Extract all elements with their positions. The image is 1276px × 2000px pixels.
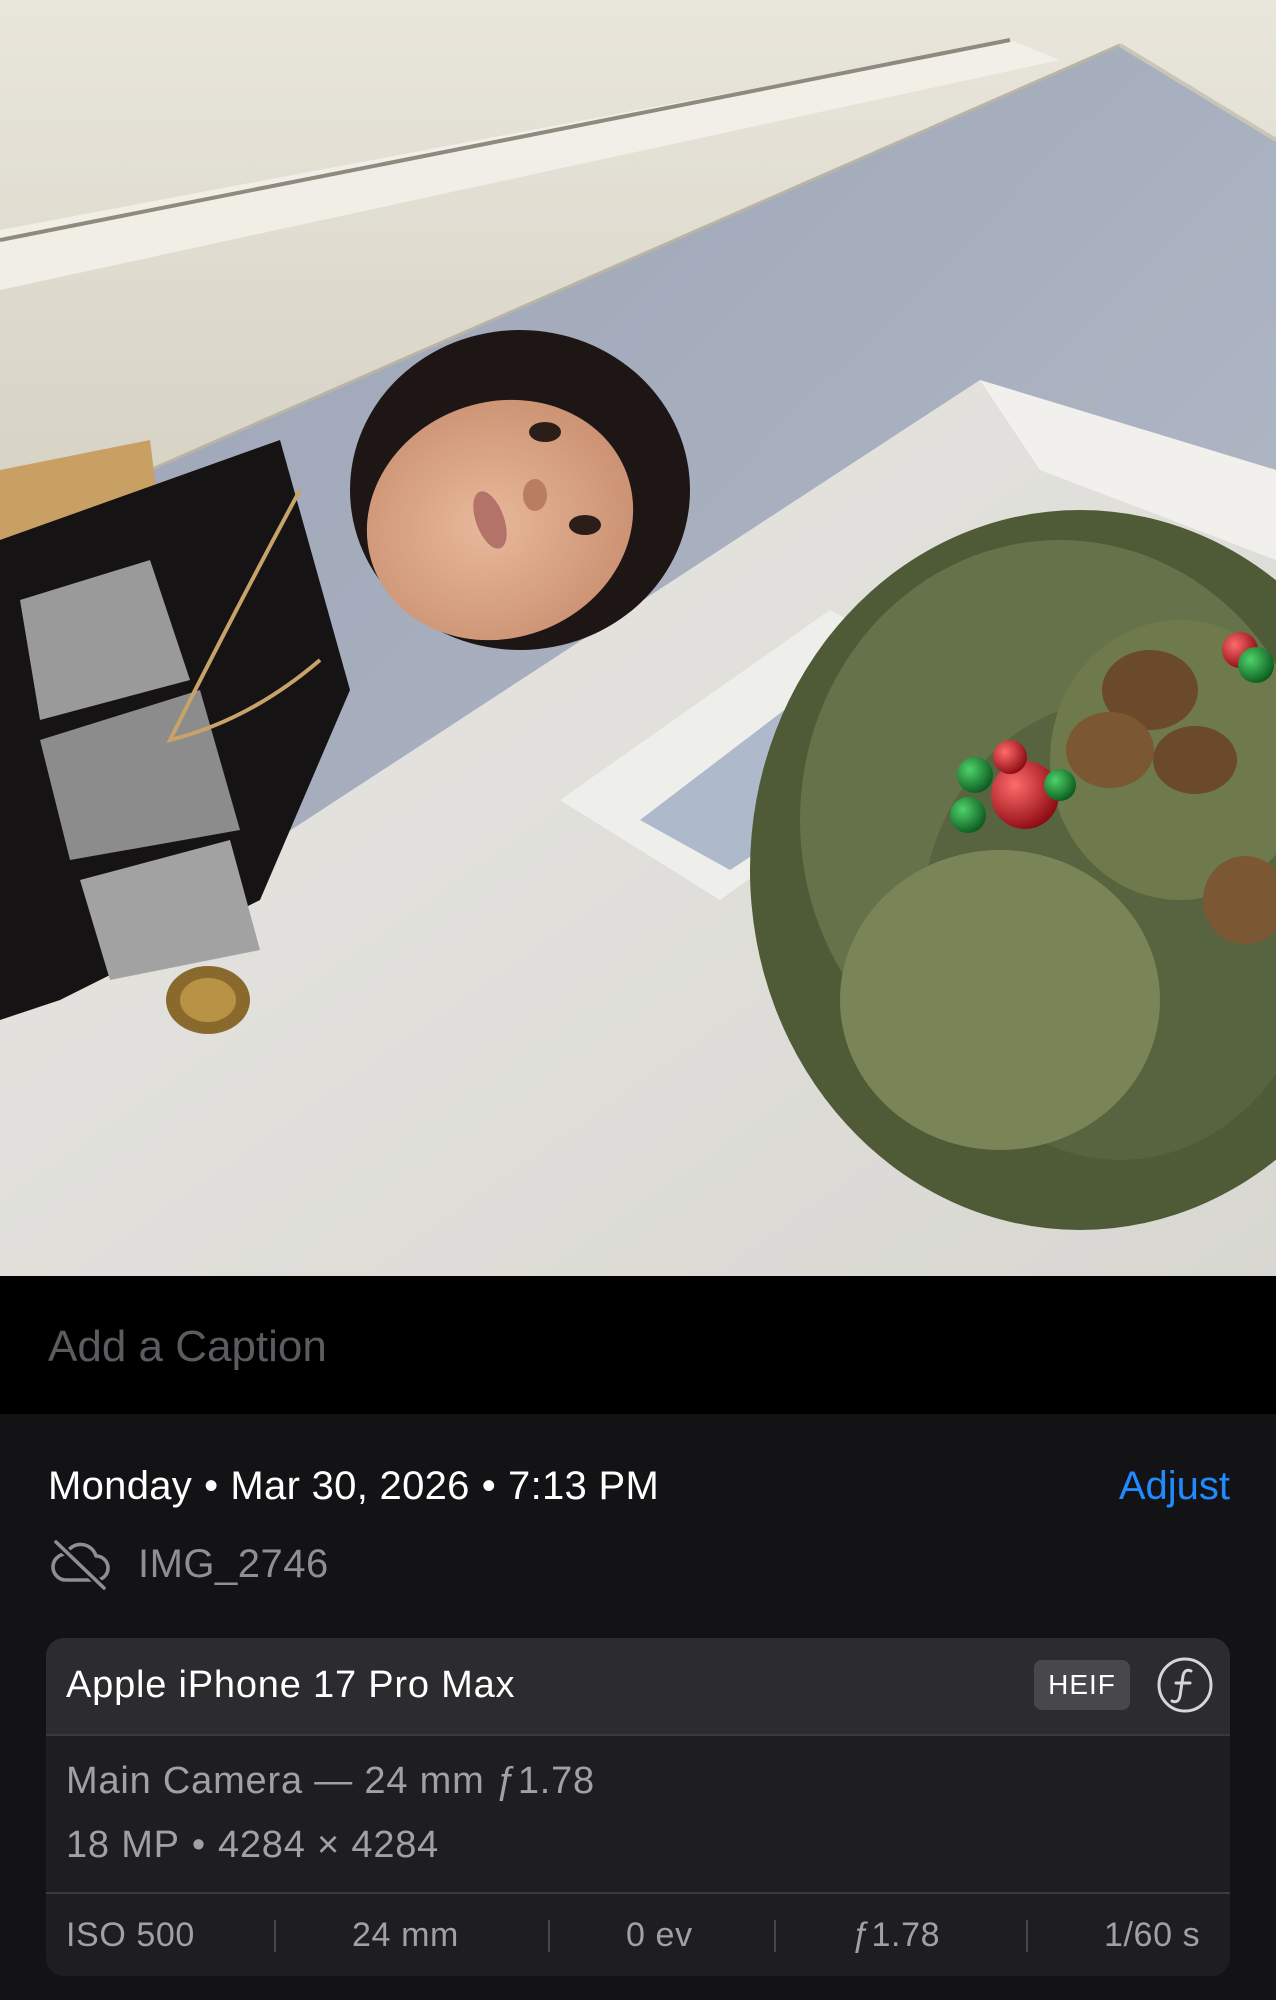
capture-time: 7:13 PM [508, 1464, 660, 1508]
capture-datetime: Monday • Mar 30, 2026 • 7:13 PM [48, 1464, 659, 1509]
separator-dot: • [191, 1824, 206, 1866]
megapixels: 18 MP [66, 1824, 180, 1866]
divider [46, 1734, 1230, 1736]
capture-day: Monday [48, 1464, 193, 1508]
photo[interactable] [0, 0, 1276, 1276]
exif-separator [774, 1920, 776, 1952]
lens-info: Main Camera — 24 mm ƒ1.78 [66, 1760, 595, 1802]
file-info: IMG_2746 [48, 1534, 329, 1594]
capture-date: Mar 30, 2026 [230, 1464, 470, 1508]
device-card-header: Apple iPhone 17 Pro Max HEIF [46, 1638, 1230, 1734]
exif-focal-length: 24 mm [352, 1916, 459, 1954]
separator-dot: • [481, 1464, 497, 1508]
caption-input[interactable] [48, 1320, 1228, 1374]
separator-dot: • [204, 1464, 219, 1508]
device-name: Apple iPhone 17 Pro Max [66, 1664, 516, 1706]
format-badge: HEIF [1034, 1660, 1130, 1710]
adjust-button[interactable]: Adjust [1119, 1464, 1230, 1509]
caption-bar [0, 1276, 1276, 1414]
exif-separator [274, 1920, 276, 1952]
photo-info-screen: Monday•Mar 30, 2026•7:13 PM Adjust IMG_2… [0, 0, 1276, 2000]
cloud-slash-icon [51, 1539, 110, 1590]
exif-separator [1026, 1920, 1028, 1952]
exif-separator [548, 1920, 550, 1952]
f-stop-icon[interactable] [1156, 1656, 1214, 1714]
resolution-info: 18 MP • 4284 × 4284 [66, 1824, 439, 1867]
exif-exposure-value: 0 ev [626, 1916, 693, 1954]
exif-row: ISO 500 24 mm 0 ev ƒ1.78 1/60 s [46, 1894, 1230, 1976]
device-card: Apple iPhone 17 Pro Max HEIF Main Camera… [46, 1638, 1230, 1976]
exif-shutter-speed: 1/60 s [1104, 1916, 1201, 1954]
exif-iso: ISO 500 [66, 1916, 195, 1954]
file-name: IMG_2746 [138, 1541, 329, 1586]
dimensions: 4284 × 4284 [217, 1824, 440, 1866]
info-panel: Monday • Mar 30, 2026 • 7:13 PM Adjust IMG_2… [0, 1414, 1276, 2000]
exif-aperture: ƒ1.78 [852, 1916, 941, 1954]
